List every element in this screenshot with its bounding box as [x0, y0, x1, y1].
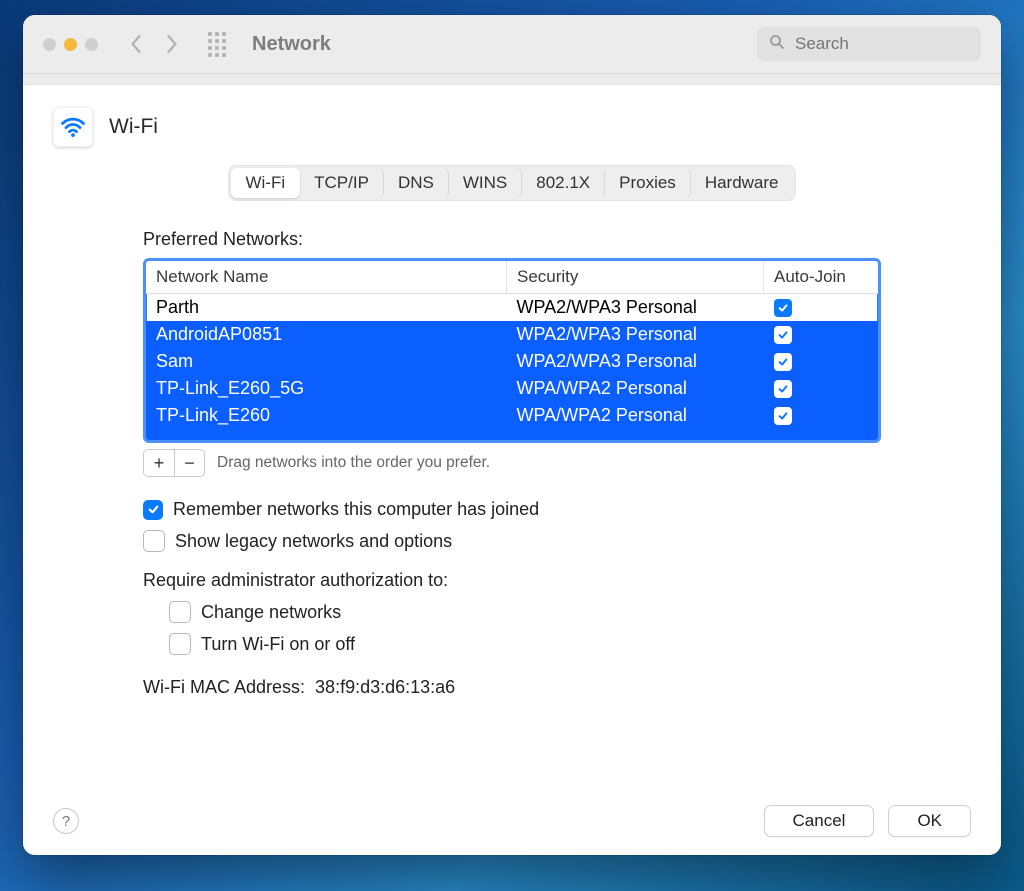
auto-join-checkbox[interactable]: [774, 299, 792, 317]
mac-address-row: Wi-Fi MAC Address: 38:f9:d3:d6:13:a6: [143, 677, 881, 698]
tab-dns[interactable]: DNS: [384, 168, 449, 198]
help-button[interactable]: ?: [53, 808, 79, 834]
cell-network-name: Sam: [146, 348, 507, 375]
cell-network-name: TP-Link_E260_5G: [146, 375, 507, 402]
search-icon: [769, 34, 785, 55]
cell-auto-join[interactable]: [764, 348, 879, 375]
auto-join-checkbox[interactable]: [774, 326, 792, 344]
cell-security: WPA/WPA2 Personal: [507, 375, 764, 402]
table-row[interactable]: TP-Link_E260WPA/WPA2 Personal: [146, 402, 878, 429]
mac-address-value: 38:f9:d3:d6:13:a6: [315, 677, 455, 697]
turn-wifi-checkbox[interactable]: [169, 633, 191, 655]
table-row[interactable]: TP-Link_E260_5GWPA/WPA2 Personal: [146, 375, 878, 402]
legacy-label: Show legacy networks and options: [175, 531, 452, 552]
tab-bar: Wi-FiTCP/IPDNSWINS802.1XProxiesHardware: [228, 165, 795, 201]
tab-tcpip[interactable]: TCP/IP: [300, 168, 384, 198]
auto-join-checkbox[interactable]: [774, 407, 792, 425]
cell-auto-join[interactable]: [764, 294, 879, 322]
column-auto-join[interactable]: Auto-Join: [764, 261, 879, 294]
search-field[interactable]: [757, 27, 981, 61]
add-network-button[interactable]: +: [144, 450, 174, 476]
traffic-lights: [43, 38, 98, 51]
titlebar: Network: [23, 15, 1001, 74]
minimize-dot[interactable]: [64, 38, 77, 51]
tab-wifi[interactable]: Wi-Fi: [231, 168, 300, 198]
show-all-icon[interactable]: [208, 32, 230, 57]
cell-auto-join[interactable]: [764, 402, 879, 429]
remember-networks-row[interactable]: Remember networks this computer has join…: [143, 499, 881, 520]
cancel-button[interactable]: Cancel: [764, 805, 875, 837]
wifi-icon: [53, 107, 93, 147]
turn-wifi-label: Turn Wi-Fi on or off: [201, 634, 355, 655]
mac-address-label: Wi-Fi MAC Address:: [143, 677, 305, 697]
cell-security: WPA2/WPA3 Personal: [507, 294, 764, 322]
change-networks-checkbox[interactable]: [169, 601, 191, 623]
page-title: Wi-Fi: [109, 115, 158, 139]
cell-auto-join[interactable]: [764, 321, 879, 348]
tab-body: Preferred Networks: Network Name Securit…: [23, 201, 1001, 698]
remember-checkbox[interactable]: [143, 500, 163, 520]
table-row-partial: [146, 429, 878, 440]
change-networks-row[interactable]: Change networks: [169, 601, 881, 623]
cell-network-name: Parth: [146, 294, 507, 322]
turn-wifi-row[interactable]: Turn Wi-Fi on or off: [169, 633, 881, 655]
cell-network-name: AndroidAP0851: [146, 321, 507, 348]
ok-button[interactable]: OK: [888, 805, 971, 837]
cell-security: WPA/WPA2 Personal: [507, 402, 764, 429]
admin-auth-label: Require administrator authorization to:: [143, 570, 881, 591]
tab-proxies[interactable]: Proxies: [605, 168, 691, 198]
auto-join-checkbox[interactable]: [774, 353, 792, 371]
column-network-name[interactable]: Network Name: [146, 261, 507, 294]
preferred-networks-label: Preferred Networks:: [143, 229, 881, 250]
change-networks-label: Change networks: [201, 602, 341, 623]
table-row[interactable]: AndroidAP0851WPA2/WPA3 Personal: [146, 321, 878, 348]
networks-table[interactable]: Network Name Security Auto-Join ParthWPA…: [143, 258, 881, 443]
legacy-checkbox[interactable]: [143, 530, 165, 552]
cell-security: WPA2/WPA3 Personal: [507, 321, 764, 348]
legacy-networks-row[interactable]: Show legacy networks and options: [143, 530, 881, 552]
back-button[interactable]: [126, 35, 146, 53]
forward-button[interactable]: [162, 35, 182, 53]
cell-security: WPA2/WPA3 Personal: [507, 348, 764, 375]
table-row[interactable]: SamWPA2/WPA3 Personal: [146, 348, 878, 375]
close-dot[interactable]: [43, 38, 56, 51]
remember-label: Remember networks this computer has join…: [173, 499, 539, 520]
zoom-dot[interactable]: [85, 38, 98, 51]
cell-network-name: TP-Link_E260: [146, 402, 507, 429]
auto-join-checkbox[interactable]: [774, 380, 792, 398]
content-pane: Wi-Fi Wi-FiTCP/IPDNSWINS802.1XProxiesHar…: [23, 84, 1001, 855]
column-security[interactable]: Security: [507, 261, 764, 294]
drag-hint: Drag networks into the order you prefer.: [217, 454, 490, 472]
cell-auto-join[interactable]: [764, 375, 879, 402]
tab-hardware[interactable]: Hardware: [691, 168, 793, 198]
remove-network-button[interactable]: −: [174, 450, 204, 476]
page-header: Wi-Fi: [23, 107, 1001, 147]
table-controls: + − Drag networks into the order you pre…: [143, 449, 881, 477]
footer: ? Cancel OK: [23, 805, 1001, 837]
table-row[interactable]: ParthWPA2/WPA3 Personal: [146, 294, 878, 322]
window-title: Network: [252, 33, 331, 56]
tab-wins[interactable]: WINS: [449, 168, 522, 198]
search-input[interactable]: [793, 33, 969, 55]
tab-8021x[interactable]: 802.1X: [522, 168, 605, 198]
preferences-window: Network Wi-Fi Wi-FiTCP/IPDNSWINS802.1XPr…: [23, 15, 1001, 855]
